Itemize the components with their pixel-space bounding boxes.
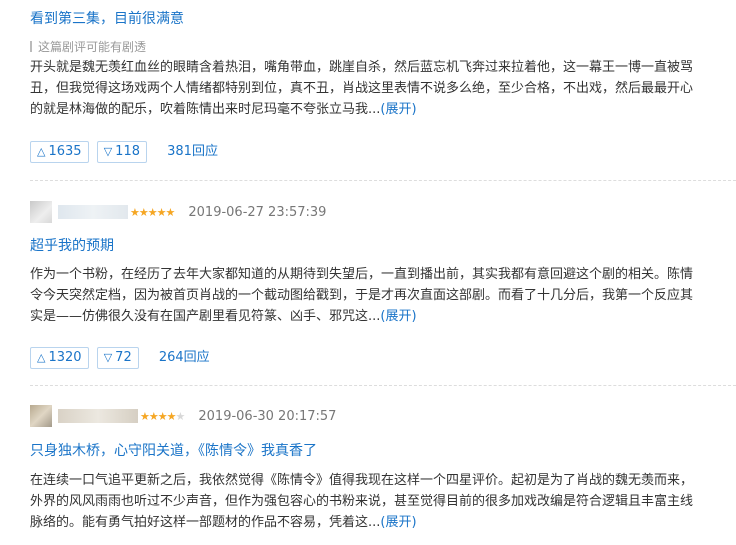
review-line: 丑，但我觉得这场戏两个人情绪都特别到位，真不丑，肖战这里表情不说多么绝，至少合格…	[30, 81, 694, 96]
triangle-up-icon: △	[37, 351, 46, 364]
review-line: 脉络的。能有勇气拍好这样一部题材的作品不容易，凭着这...	[30, 515, 381, 530]
review-line: 作为一个书粉，在经历了去年大家都知道的从期待到失望后，一直到播出前，其实我都有意…	[30, 267, 694, 282]
review-line: 实是——仿佛很久没有在国产剧里看见符篆、凶手、邪咒这...	[30, 309, 381, 324]
star-icon: ★	[140, 409, 150, 423]
triangle-down-icon: ▽	[103, 145, 113, 158]
review-3: 只身独木桥，心守阳关道，《陈情令》我真香了	[30, 440, 736, 460]
downvote-count: 72	[115, 350, 132, 365]
star-icon: ★	[175, 409, 186, 423]
review-line: 在连续一口气追平更新之后，我依然觉得《陈情令》值得我现在这样一个四星评价。起初是…	[30, 473, 694, 488]
expand-link[interactable]: (展开)	[380, 309, 416, 324]
spoiler-text: 这篇剧评可能有剧透	[38, 40, 147, 54]
divider	[30, 180, 736, 181]
star-icon: ★	[157, 409, 168, 423]
review-2: 超乎我的预期	[30, 235, 736, 255]
avatar[interactable]	[30, 201, 52, 223]
downvote-button[interactable]: ▽ 118	[96, 141, 147, 163]
username[interactable]	[58, 205, 128, 219]
avatar[interactable]	[30, 405, 52, 427]
review-title[interactable]: 超乎我的预期	[30, 235, 736, 255]
review-body: 作为一个书粉，在经历了去年大家都知道的从期待到失望后，一直到播出前，其实我都有意…	[30, 264, 736, 327]
star-icon: ★	[166, 409, 177, 423]
review-date: 2019-06-30 20:17:57	[198, 408, 337, 424]
rating-stars: ★★★★★	[130, 205, 176, 219]
star-icon: ★	[148, 409, 159, 423]
review-body: 在连续一口气追平更新之后，我依然觉得《陈情令》值得我现在这样一个四星评价。起初是…	[30, 470, 736, 533]
review-title[interactable]: 只身独木桥，心守阳关道，《陈情令》我真香了	[30, 440, 736, 460]
downvote-button[interactable]: ▽ 72	[96, 347, 139, 369]
vote-bar: △ 1320 ▽ 72 264回应	[30, 346, 210, 369]
review-line: 的就是林海做的配乐，吹着陈情出来时尼玛毫不夸张立马我...	[30, 102, 381, 117]
review-line: 开头就是魏无羡红血丝的眼睛含着热泪，嘴角带血，跳崖自杀，然后蓝忘机飞奔过来拉着他…	[30, 60, 694, 75]
vote-bar: △ 1635 ▽ 118 381回应	[30, 140, 218, 163]
review-line: 令今天突然定档，因为被首页肖战的一个截动图给戳到，于是才再次直面这部剧。而看了十…	[30, 288, 694, 303]
star-icon: ★	[147, 205, 158, 219]
expand-link[interactable]: (展开)	[380, 102, 416, 117]
review-body: 开头就是魏无羡红血丝的眼睛含着热泪，嘴角带血，跳崖自杀，然后蓝忘机飞奔过来拉着他…	[30, 57, 736, 120]
star-icon: ★	[138, 205, 149, 219]
downvote-count: 118	[115, 144, 140, 159]
upvote-button[interactable]: △ 1320	[30, 347, 89, 369]
username[interactable]	[58, 409, 138, 423]
review-meta: ★★★★★ 2019-06-30 20:17:57	[30, 405, 336, 427]
star-icon: ★	[130, 205, 140, 219]
star-icon: ★	[165, 205, 176, 219]
expand-link[interactable]: (展开)	[380, 515, 416, 530]
review-date: 2019-06-27 23:57:39	[188, 204, 327, 220]
replies-link[interactable]: 381回应	[167, 144, 218, 159]
divider	[30, 385, 736, 386]
review-1: 看到第三集，目前很满意	[30, 8, 736, 28]
replies-link[interactable]: 264回应	[159, 350, 210, 365]
spoiler-notice: 这篇剧评可能有剧透	[30, 38, 736, 55]
upvote-count: 1635	[48, 144, 82, 159]
rating-stars: ★★★★★	[140, 409, 186, 423]
review-title[interactable]: 看到第三集，目前很满意	[30, 8, 736, 28]
star-icon: ★	[156, 205, 167, 219]
review-meta: ★★★★★ 2019-06-27 23:57:39	[30, 201, 326, 223]
triangle-up-icon: △	[37, 145, 46, 158]
upvote-button[interactable]: △ 1635	[30, 141, 89, 163]
upvote-count: 1320	[48, 350, 82, 365]
review-line: 外界的风风雨雨也听过不少声音，但作为强包容心的书粉来说，甚至觉得目前的很多加戏改…	[30, 494, 694, 509]
triangle-down-icon: ▽	[103, 351, 113, 364]
